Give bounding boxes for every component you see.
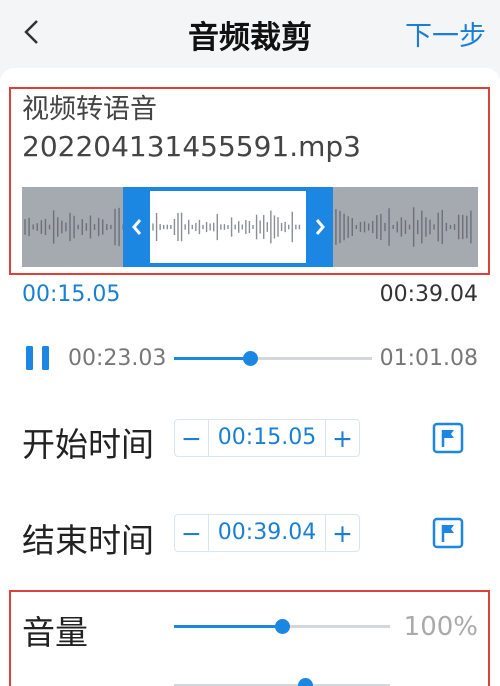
volume-slider-fill [174,625,282,628]
volume-slider-knob[interactable] [275,619,290,634]
current-time: 00:23.03 [68,346,167,371]
trim-start-handle[interactable] [123,191,150,263]
end-time-stepper: − 00:39.04 + [174,514,360,552]
trim-end-handle[interactable] [306,191,333,263]
playback-progress-knob[interactable] [243,351,259,366]
end-time-minus-button[interactable]: − [175,515,209,551]
selection-end-time: 00:39.04 [379,282,478,307]
end-time-label: 结束时间 [22,521,154,560]
total-time: 01:01.08 [379,346,478,371]
end-time-value[interactable]: 00:39.04 [209,515,325,551]
top-bar: 音频裁剪 下一步 [0,0,500,66]
start-time-minus-button[interactable]: − [175,420,209,456]
next-step-button[interactable]: 下一步 [405,14,486,53]
chevron-right-icon [315,219,325,235]
volume-label: 音量 [22,613,88,652]
file-filename: 202204131455591.mp3 [22,130,361,163]
start-time-stepper: − 00:15.05 + [174,419,360,457]
start-time-plus-button[interactable]: + [325,420,359,456]
secondary-slider-knob[interactable] [298,678,313,686]
selected-waveform-bars [152,210,301,244]
volume-value: 100% [403,612,478,642]
selection-start-time: 00:15.05 [22,282,121,307]
playback-progress-fill [174,357,251,360]
flag-icon [432,422,464,454]
set-end-marker-button[interactable] [432,517,464,549]
pause-icon [26,346,49,370]
flag-icon [432,517,464,549]
file-title: 视频转语音 [22,94,157,125]
start-time-label: 开始时间 [22,425,154,464]
set-start-marker-button[interactable] [432,422,464,454]
trim-selection[interactable] [123,187,333,267]
end-time-plus-button[interactable]: + [325,515,359,551]
start-time-value[interactable]: 00:15.05 [209,420,325,456]
chevron-left-icon [131,219,141,235]
pause-button[interactable] [24,344,52,372]
